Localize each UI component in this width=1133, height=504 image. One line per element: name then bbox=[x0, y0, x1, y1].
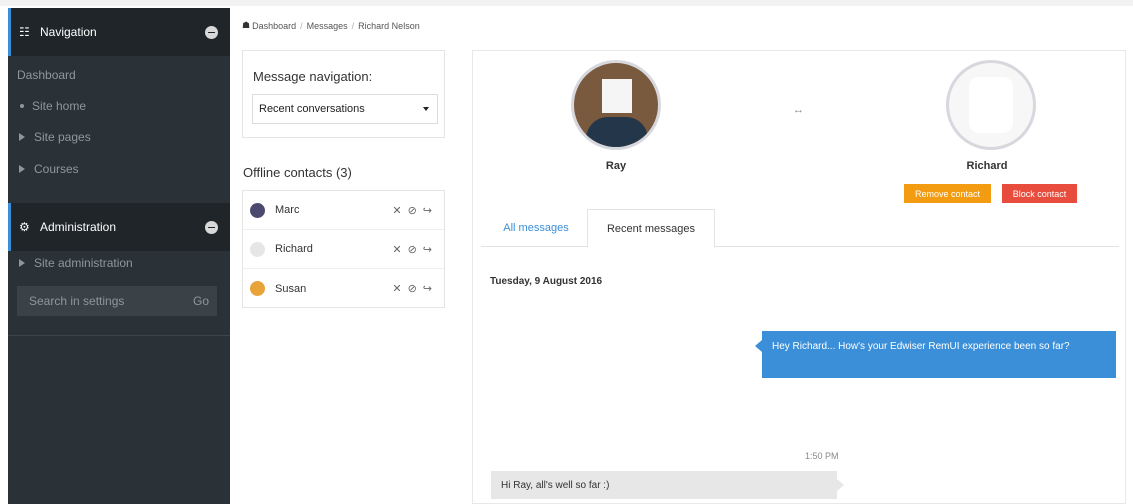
message-time: 1:50 PM bbox=[805, 451, 839, 461]
conversation-date: Tuesday, 9 August 2016 bbox=[490, 276, 603, 287]
sidebar-item-label: Courses bbox=[34, 162, 79, 176]
block-contact-icon[interactable]: ⊘ bbox=[408, 243, 417, 256]
offline-contacts-list: Marc ✕ ⊘ ↪ Richard ✕ ⊘ ↪ Susan ✕ ⊘ ↪ bbox=[242, 190, 445, 308]
cogs-icon: ⚙ bbox=[19, 220, 30, 234]
sidebar-item-label: Site administration bbox=[34, 256, 133, 270]
tab-recent-messages[interactable]: Recent messages bbox=[587, 209, 715, 248]
home-icon: ☗ bbox=[242, 20, 251, 30]
sitemap-icon: ☷ bbox=[19, 25, 30, 39]
collapse-administration-icon[interactable] bbox=[205, 220, 218, 234]
avatar bbox=[250, 281, 265, 296]
send-message-icon[interactable]: ↪ bbox=[423, 243, 432, 256]
caret-right-icon bbox=[19, 259, 25, 267]
message-navigation-panel: Message navigation: Recent conversations bbox=[242, 50, 445, 138]
administration-title: Administration bbox=[40, 220, 117, 234]
offline-contacts-title: Offline contacts (3) bbox=[243, 165, 352, 180]
remove-contact-icon[interactable]: ✕ bbox=[392, 204, 401, 217]
sidebar-divider bbox=[8, 335, 230, 336]
top-strip bbox=[0, 0, 1133, 6]
breadcrumb-current: Richard Nelson bbox=[358, 20, 420, 31]
contact-avatar bbox=[946, 60, 1036, 150]
conversation-panel: Ray ↔ Richard Remove contact Block conta… bbox=[472, 50, 1126, 504]
message-tabs: All messages Recent messages bbox=[481, 209, 1119, 248]
contact-name: Richard bbox=[966, 160, 1008, 172]
contact-row-marc[interactable]: Marc ✕ ⊘ ↪ bbox=[243, 191, 444, 230]
navigation-title: Navigation bbox=[40, 25, 97, 39]
conversation-view-select[interactable]: Recent conversations bbox=[252, 94, 438, 124]
sidebar-item-courses[interactable]: Courses bbox=[8, 154, 230, 184]
user-name: Ray bbox=[605, 160, 627, 172]
message-navigation-title: Message navigation: bbox=[253, 69, 373, 84]
breadcrumb: ☗ Dashboard / Messages / Richard Nelson bbox=[242, 20, 420, 31]
sidebar-item-label: Site pages bbox=[34, 130, 91, 144]
sidebar-item-site-pages[interactable]: Site pages bbox=[8, 122, 230, 152]
settings-search[interactable]: Search in settings Go bbox=[17, 286, 217, 316]
tab-all-messages[interactable]: All messages bbox=[485, 209, 587, 247]
caret-right-icon bbox=[19, 165, 25, 173]
avatar bbox=[250, 202, 265, 218]
sidebar-item-label: Site home bbox=[32, 99, 87, 113]
navigation-block-header[interactable]: ☷ Navigation bbox=[8, 8, 230, 56]
conversation-view-selected: Recent conversations bbox=[259, 103, 365, 115]
incoming-message: Hi Ray, all's well so far :) bbox=[491, 471, 844, 499]
breadcrumb-separator: / bbox=[351, 20, 355, 31]
contact-name: Marc bbox=[275, 204, 300, 216]
collapse-navigation-icon[interactable] bbox=[205, 25, 218, 39]
contact-name: Richard bbox=[275, 243, 313, 255]
block-contact-icon[interactable]: ⊘ bbox=[408, 204, 417, 217]
breadcrumb-messages[interactable]: Messages bbox=[307, 21, 348, 31]
user-avatar bbox=[571, 60, 661, 150]
settings-search-go-button[interactable]: Go bbox=[193, 294, 209, 308]
block-contact-button[interactable]: Block contact bbox=[1002, 184, 1077, 203]
send-message-icon[interactable]: ↪ bbox=[423, 282, 432, 295]
chevron-down-icon bbox=[423, 107, 429, 111]
sidebar: ☷ Navigation Dashboard Site home Site pa… bbox=[8, 8, 230, 504]
send-message-icon[interactable]: ↪ bbox=[423, 204, 432, 217]
caret-right-icon bbox=[19, 133, 25, 141]
contact-row-susan[interactable]: Susan ✕ ⊘ ↪ bbox=[243, 269, 444, 308]
sidebar-item-site-home[interactable]: Site home bbox=[8, 91, 230, 121]
settings-search-input[interactable]: Search in settings bbox=[29, 294, 124, 308]
administration-block-header[interactable]: ⚙ Administration bbox=[8, 203, 230, 251]
block-contact-icon[interactable]: ⊘ bbox=[408, 282, 417, 295]
breadcrumb-separator: / bbox=[300, 20, 303, 31]
avatar bbox=[250, 241, 265, 257]
sidebar-item-site-administration[interactable]: Site administration bbox=[8, 248, 230, 278]
breadcrumb-dashboard[interactable]: Dashboard bbox=[252, 21, 296, 31]
contact-name: Susan bbox=[275, 282, 307, 295]
sidebar-item-dashboard[interactable]: Dashboard bbox=[8, 60, 230, 90]
outgoing-message: Hey Richard... How's your Edwiser RemUI … bbox=[755, 331, 1116, 378]
remove-contact-button[interactable]: Remove contact bbox=[904, 184, 991, 203]
contact-row-richard[interactable]: Richard ✕ ⊘ ↪ bbox=[243, 230, 444, 269]
remove-contact-icon[interactable]: ✕ bbox=[392, 282, 401, 295]
remove-contact-icon[interactable]: ✕ bbox=[392, 243, 401, 256]
swap-arrows-icon: ↔ bbox=[793, 104, 804, 116]
bullet-icon bbox=[20, 104, 24, 108]
sidebar-item-label: Dashboard bbox=[17, 68, 76, 82]
